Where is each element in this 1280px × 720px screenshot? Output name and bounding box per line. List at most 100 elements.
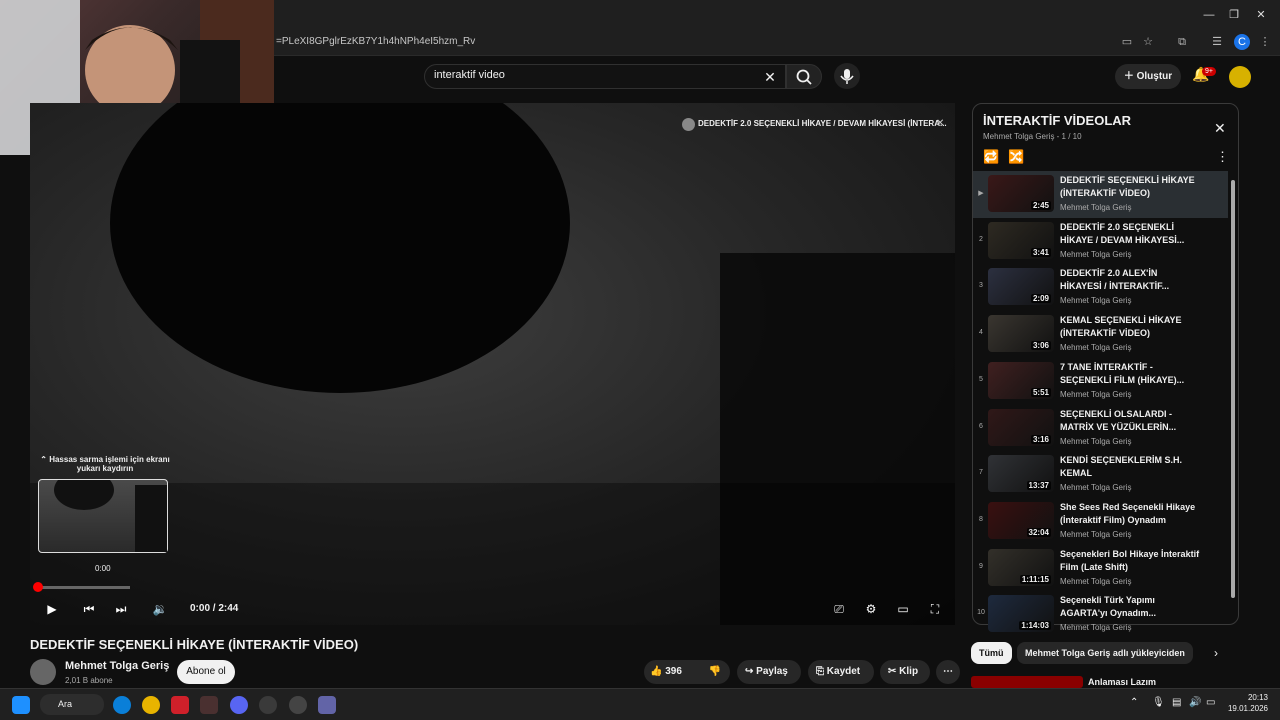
playlist-item-title[interactable]: She Sees Red Seçenekli Hikaye (İnterakti… [1060, 501, 1200, 527]
channel-avatar[interactable] [30, 659, 56, 685]
clock-time[interactable]: 20:13 [1232, 693, 1268, 702]
fullscreen-icon[interactable]: ⛶ [926, 600, 944, 618]
obs-icon[interactable] [289, 696, 307, 714]
search-button[interactable] [786, 64, 822, 89]
playlist-item-thumbnail[interactable]: 3:16 [988, 408, 1054, 446]
playlist-item[interactable]: 4 3:06 KEMAL SEÇENEKLİ HİKAYE (İNTERAKTİF … [973, 311, 1228, 358]
playlist-item[interactable]: ▶ 2:45 DEDEKTİF SEÇENEKLİ HİKAYE (İNTERAKT… [973, 171, 1228, 218]
playlist-item-thumbnail[interactable]: 3:41 [988, 221, 1054, 259]
settings-gear-icon[interactable]: ⚙ [862, 600, 880, 618]
playlist-item[interactable]: 5 5:51 7 TANE İNTERAKTİF - SEÇENEKLİ FİLM … [973, 358, 1228, 405]
playlist-item-title[interactable]: DEDEKTİF SEÇENEKLİ HİKAYE (İNTERAKTİF Vİ… [1060, 174, 1200, 200]
extensions-icon[interactable]: ⧉ [1174, 34, 1190, 50]
shuffle-icon[interactable]: 🔀 [1008, 149, 1024, 165]
playlist-item-thumbnail[interactable]: 32:04 [988, 501, 1054, 539]
playlist-item[interactable]: 2 3:41 DEDEKTİF 2.0 SEÇENEKLİ HİKAYE / DEV… [973, 218, 1228, 265]
app-game-icon[interactable] [200, 696, 218, 714]
search-query[interactable]: interaktif video [434, 69, 505, 81]
playlist-item-title[interactable]: DEDEKTİF 2.0 ALEX'İN HİKAYESİ / İNTERAKT… [1060, 267, 1200, 293]
playlist-item-thumbnail[interactable]: 13:37 [988, 455, 1054, 493]
video-player[interactable] [30, 103, 955, 625]
chip-all[interactable]: Tümü [971, 642, 1012, 664]
subscribe-button[interactable]: Abone ol [177, 660, 235, 684]
account-avatar[interactable] [1229, 66, 1251, 88]
chrome-icon[interactable] [142, 696, 160, 714]
channel-name[interactable]: Mehmet Tolga Geriş [65, 660, 169, 672]
edge-icon[interactable] [113, 696, 131, 714]
like-button[interactable]: 👍 396 [644, 660, 700, 684]
playlist-item-title[interactable]: Seçenekli Türk Yapımı AGARTA'yı Oynadım.… [1060, 594, 1200, 620]
voice-search-button[interactable] [834, 63, 860, 89]
more-actions-icon[interactable]: ⋯ [936, 660, 960, 684]
preview-frame [54, 470, 167, 552]
playlist-item-index: ▶ [978, 190, 984, 197]
chip-uploader[interactable]: Mehmet Tolga Geriş adlı yükleyiciden [1017, 642, 1193, 664]
minimize-icon[interactable]: — [1198, 7, 1220, 23]
bookmark-icon: ⎘ [816, 666, 827, 677]
browser-menu-icon[interactable]: ⋮ [1257, 34, 1273, 50]
playlist-item-title[interactable]: KEMAL SEÇENEKLİ HİKAYE (İNTERAKTİF VİDEO… [1060, 314, 1200, 340]
share-button[interactable]: ↪ Paylaş [737, 660, 801, 684]
tray-chevron-icon[interactable]: ⌃ [1130, 697, 1138, 708]
close-overlay-icon[interactable]: ✕ [936, 118, 944, 129]
play-icon[interactable]: ▶ [43, 600, 61, 618]
volume-icon[interactable]: 🔉 [151, 600, 169, 618]
playlist-item[interactable]: 3 2:09 DEDEKTİF 2.0 ALEX'İN HİKAYESİ / İNT… [973, 264, 1228, 311]
playlist-title[interactable]: İNTERAKTİF VİDEOLAR [983, 113, 1131, 128]
cast-icon[interactable]: ▭ [1119, 34, 1135, 50]
seek-hint-line2: yukarı kaydırın [76, 464, 134, 473]
profile-icon[interactable]: C [1234, 34, 1250, 50]
taskbar-search[interactable]: Ara [40, 694, 104, 715]
close-playlist-icon[interactable]: ✕ [1214, 120, 1226, 137]
progress-scrubber[interactable] [33, 582, 43, 592]
playlist-item-title[interactable]: KENDİ SEÇENEKLERİM S.H. KEMAL [1060, 454, 1200, 480]
playlist-menu-icon[interactable]: ⋮ [1216, 149, 1229, 165]
recommendation-title[interactable]: Anlaması Lazım [1088, 677, 1156, 687]
reading-list-icon[interactable]: ☰ [1209, 34, 1225, 50]
playlist-item-thumbnail[interactable]: 1:11:15 [988, 548, 1054, 586]
battery-icon[interactable]: ▭ [1206, 697, 1215, 708]
app-red-icon[interactable] [171, 696, 189, 714]
clear-search-icon[interactable]: ✕ [763, 69, 777, 86]
discord-icon[interactable] [230, 696, 248, 714]
save-button[interactable]: ⎘ Kaydet [808, 660, 874, 684]
playlist-item[interactable]: 7 13:37 KENDİ SEÇENEKLERİM S.H. KEMAL Mehme… [973, 451, 1228, 498]
close-window-icon[interactable]: ✕ [1250, 7, 1272, 23]
playlist-item-title[interactable]: SEÇENEKLİ OLSALARDI - MATRİX VE YÜZÜKLER… [1060, 408, 1200, 434]
subtitles-icon[interactable]: ⎚ [830, 600, 848, 618]
playlist-item[interactable]: 10 1:14:03 Seçenekli Türk Yapımı AGARTA'yı… [973, 591, 1228, 638]
playlist-item[interactable]: 6 3:16 SEÇENEKLİ OLSALARDI - MATRİX VE YÜZ… [973, 405, 1228, 452]
playlist-item-title[interactable]: 7 TANE İNTERAKTİF - SEÇENEKLİ FİLM (HİKA… [1060, 361, 1200, 387]
loop-icon[interactable]: 🔁 [983, 149, 999, 165]
app-g-icon[interactable] [259, 696, 277, 714]
chevron-right-icon[interactable]: › [1214, 646, 1218, 660]
next-video-title[interactable]: DEDEKTİF 2.0 SEÇENEKLİ HİKAYE / DEVAM Hİ… [698, 119, 947, 128]
playlist-item-title[interactable]: DEDEKTİF 2.0 SEÇENEKLİ HİKAYE / DEVAM Hİ… [1060, 221, 1200, 247]
speaker-icon[interactable]: 🔊 [1189, 697, 1201, 708]
playlist-item[interactable]: 8 32:04 She Sees Red Seçenekli Hikaye (İnt… [973, 498, 1228, 545]
playlist-item-thumbnail[interactable]: 5:51 [988, 361, 1054, 399]
playlist-item-thumbnail[interactable]: 1:14:03 [988, 595, 1054, 633]
previous-icon[interactable]: ⏮ [80, 600, 98, 618]
windows-start-icon[interactable] [12, 696, 30, 714]
teams-icon[interactable] [318, 696, 336, 714]
playlist-item-thumbnail[interactable]: 2:09 [988, 268, 1054, 306]
playlist-item-thumbnail[interactable]: 3:06 [988, 315, 1054, 353]
clock-date[interactable]: 19.01.2026 [1224, 704, 1268, 713]
playlist-scrollbar[interactable] [1231, 180, 1235, 598]
recommendation-thumbnail[interactable] [971, 676, 1083, 688]
restore-icon[interactable]: ❐ [1223, 7, 1245, 23]
clip-button[interactable]: ✂ Klip [880, 660, 930, 684]
next-icon[interactable]: ⏭ [112, 600, 130, 618]
create-button[interactable]: ＋ Oluştur [1115, 64, 1181, 89]
dislike-button[interactable]: 👎 [700, 660, 730, 684]
playlist-item-title[interactable]: Seçenekleri Bol Hikaye İnteraktif Film (… [1060, 548, 1200, 574]
progress-bar[interactable] [38, 586, 130, 589]
playlist-item[interactable]: 9 1:11:15 Seçenekleri Bol Hikaye İnterakti… [973, 545, 1228, 592]
network-icon[interactable]: ▤ [1172, 697, 1181, 708]
bookmark-star-icon[interactable]: ☆ [1140, 34, 1156, 50]
url-text[interactable]: =PLeXI8GPglrEzKB7Y1h4hNPh4eI5hzm_Rv [276, 36, 475, 47]
tray-mic-icon[interactable]: 🎙 [1152, 697, 1165, 708]
theater-mode-icon[interactable]: ▭ [894, 600, 912, 618]
playlist-item-thumbnail[interactable]: 2:45 [988, 175, 1054, 212]
